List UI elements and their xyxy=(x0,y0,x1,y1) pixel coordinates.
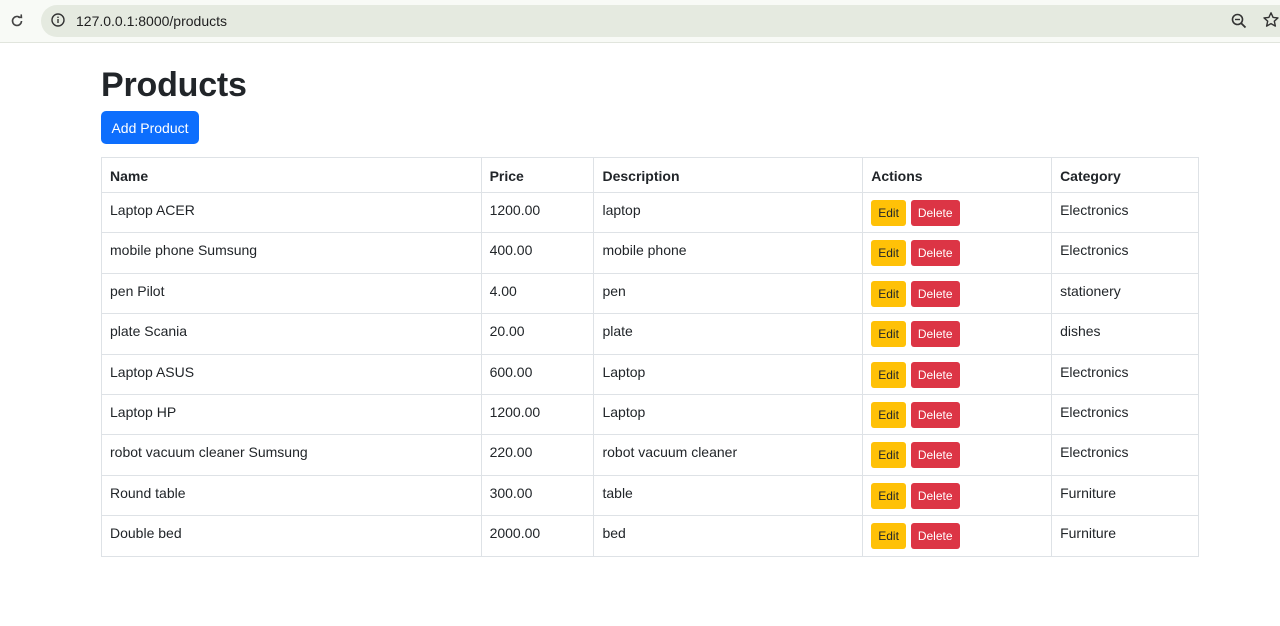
edit-button[interactable]: Edit xyxy=(871,321,906,348)
cell-price: 2000.00 xyxy=(480,515,595,557)
cell-price: 300.00 xyxy=(480,474,595,517)
cell-description: mobile phone xyxy=(593,232,864,274)
site-info-icon[interactable] xyxy=(51,13,65,27)
delete-button[interactable]: Delete xyxy=(910,523,960,550)
table-row: Double bed 2000.00 bed Edit Delete Furni… xyxy=(101,515,1199,557)
cell-actions: Edit Delete xyxy=(862,474,1053,517)
products-table: Name Price Description Actions Category … xyxy=(101,157,1199,557)
cell-actions: Edit Delete xyxy=(862,191,1053,234)
cell-category: stationery xyxy=(1051,272,1199,315)
zoom-icon[interactable] xyxy=(1231,13,1247,29)
cell-description: table xyxy=(593,474,864,517)
delete-button[interactable]: Delete xyxy=(910,442,960,469)
table-header-row: Name Price Description Actions Category xyxy=(101,157,1199,193)
delete-button[interactable]: Delete xyxy=(910,482,960,509)
cell-actions: Edit Delete xyxy=(862,272,1053,315)
delete-button[interactable]: Delete xyxy=(910,240,960,267)
cell-name: Laptop ACER xyxy=(101,191,482,234)
cell-description: Laptop xyxy=(593,393,864,436)
delete-button[interactable]: Delete xyxy=(910,280,960,307)
cell-actions: Edit Delete xyxy=(862,393,1053,436)
cell-price: 20.00 xyxy=(480,313,595,355)
cell-description: Laptop xyxy=(593,353,864,395)
cell-name: robot vacuum cleaner Sumsung xyxy=(101,434,482,476)
table-row: plate Scania 20.00 plate Edit Delete dis… xyxy=(101,313,1199,355)
browser-toolbar: 127.0.0.1:8000/products xyxy=(0,0,1280,43)
cell-price: 600.00 xyxy=(480,353,595,395)
cell-name: Double bed xyxy=(101,515,482,557)
cell-price: 220.00 xyxy=(480,434,595,476)
edit-button[interactable]: Edit xyxy=(871,482,906,509)
cell-description: laptop xyxy=(593,191,864,234)
edit-button[interactable]: Edit xyxy=(871,401,906,428)
cell-name: mobile phone Sumsung xyxy=(101,232,482,274)
address-bar[interactable]: 127.0.0.1:8000/products xyxy=(41,5,1280,37)
delete-button[interactable]: Delete xyxy=(910,361,960,388)
delete-button[interactable]: Delete xyxy=(910,321,960,348)
cell-description: pen xyxy=(593,272,864,315)
add-product-button[interactable]: Add Product xyxy=(101,111,199,144)
table-row: Round table 300.00 table Edit Delete Fur… xyxy=(101,474,1199,517)
header-price: Price xyxy=(480,157,595,193)
header-name: Name xyxy=(101,157,482,193)
cell-price: 4.00 xyxy=(480,272,595,315)
reload-icon[interactable] xyxy=(8,12,26,30)
cell-name: pen Pilot xyxy=(101,272,482,315)
cell-category: Furniture xyxy=(1051,474,1199,517)
cell-price: 1200.00 xyxy=(480,191,595,234)
table-row: Laptop ASUS 600.00 Laptop Edit Delete El… xyxy=(101,353,1199,395)
edit-button[interactable]: Edit xyxy=(871,200,906,226)
cell-actions: Edit Delete xyxy=(862,434,1053,476)
edit-button[interactable]: Edit xyxy=(871,442,906,469)
cell-name: Laptop HP xyxy=(101,393,482,436)
delete-button[interactable]: Delete xyxy=(910,401,960,428)
edit-button[interactable]: Edit xyxy=(871,523,906,550)
table-row: Laptop HP 1200.00 Laptop Edit Delete Ele… xyxy=(101,393,1199,436)
table-row: Laptop ACER 1200.00 laptop Edit Delete E… xyxy=(101,191,1199,234)
cell-actions: Edit Delete xyxy=(862,353,1053,395)
cell-name: plate Scania xyxy=(101,313,482,355)
cell-category: Furniture xyxy=(1051,515,1199,557)
cell-name: Round table xyxy=(101,474,482,517)
cell-category: Electronics xyxy=(1051,353,1199,395)
cell-category: Electronics xyxy=(1051,232,1199,274)
cell-category: Electronics xyxy=(1051,434,1199,476)
table-row: pen Pilot 4.00 pen Edit Delete stationer… xyxy=(101,272,1199,315)
cell-price: 400.00 xyxy=(480,232,595,274)
cell-actions: Edit Delete xyxy=(862,232,1053,274)
cell-actions: Edit Delete xyxy=(862,313,1053,355)
edit-button[interactable]: Edit xyxy=(871,240,906,267)
header-actions: Actions xyxy=(862,157,1053,193)
cell-category: Electronics xyxy=(1051,191,1199,234)
table-row: mobile phone Sumsung 400.00 mobile phone… xyxy=(101,232,1199,274)
cell-description: bed xyxy=(593,515,864,557)
cell-category: dishes xyxy=(1051,313,1199,355)
cell-actions: Edit Delete xyxy=(862,515,1053,557)
table-row: robot vacuum cleaner Sumsung 220.00 robo… xyxy=(101,434,1199,476)
url-text[interactable]: 127.0.0.1:8000/products xyxy=(76,13,227,29)
bookmark-star-icon[interactable] xyxy=(1262,11,1280,29)
page-title: Products xyxy=(101,66,247,104)
edit-button[interactable]: Edit xyxy=(871,361,906,388)
header-description: Description xyxy=(593,157,864,193)
cell-price: 1200.00 xyxy=(480,393,595,436)
header-category: Category xyxy=(1051,157,1199,193)
delete-button[interactable]: Delete xyxy=(910,200,960,226)
edit-button[interactable]: Edit xyxy=(871,280,906,307)
cell-category: Electronics xyxy=(1051,393,1199,436)
cell-description: plate xyxy=(593,313,864,355)
cell-name: Laptop ASUS xyxy=(101,353,482,395)
cell-description: robot vacuum cleaner xyxy=(593,434,864,476)
